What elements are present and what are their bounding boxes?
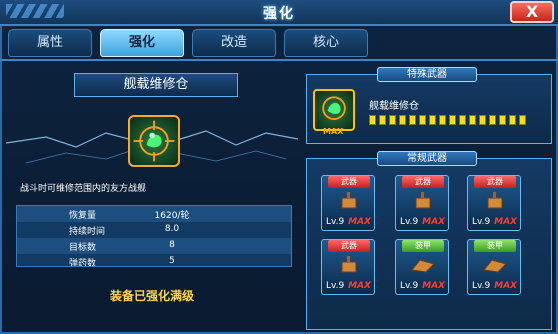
level-segment [389, 115, 396, 125]
equipment-card[interactable]: 武器 Lv.9 MAX [467, 175, 521, 231]
stat-row: 目标数 8 [17, 238, 291, 254]
page-title: 强化 [263, 6, 295, 22]
equipment-level: Lv.9 [326, 281, 345, 291]
stat-row: 弹药数 5 [17, 254, 291, 267]
tab-core[interactable]: 核心 [284, 29, 368, 57]
special-weapon-panel: 特殊武器 MAX 舰载维修仓 [306, 67, 552, 144]
max-level-tag: MAX [348, 281, 371, 291]
level-segment [479, 115, 486, 125]
level-segment [449, 115, 456, 125]
stat-label: 持续时间 [69, 227, 106, 237]
stat-label: 目标数 [69, 243, 97, 253]
repair-bay-icon [128, 115, 180, 167]
stat-value: 1620/轮 [154, 211, 190, 221]
equipment-type-badge: 装甲 [474, 240, 516, 252]
equipment-type-badge: 武器 [328, 240, 370, 252]
level-segment [429, 115, 436, 125]
stat-value: 8 [169, 240, 175, 250]
equipment-card[interactable]: 武器 Lv.9 MAX [321, 239, 375, 295]
equipment-level: Lv.9 [472, 281, 491, 291]
equipment-level: Lv.9 [472, 217, 491, 227]
regular-weapon-panel: 常规武器 武器 Lv.9 MAX 武器 Lv.9 MAX 武器 Lv.9 MAX 武器 Lv.9 MA… [306, 151, 552, 330]
level-segment [519, 115, 526, 125]
level-segment [469, 115, 476, 125]
item-name: 舰载维修仓 [74, 73, 238, 97]
level-segment [509, 115, 516, 125]
stat-label: 恢复量 [69, 211, 97, 221]
level-segment [459, 115, 466, 125]
turret-icon [341, 192, 357, 209]
stat-row: 持续时间 8.0 [17, 222, 291, 238]
turret-icon [487, 192, 503, 209]
item-description: 战斗时可维修范围内的友方战舰 [20, 184, 147, 194]
armor-plate-icon [411, 259, 435, 273]
stat-row: 恢复量 1620/轮 [17, 206, 291, 222]
tab-modify[interactable]: 改造 [192, 29, 276, 57]
stat-value: 5 [169, 256, 175, 266]
turret-icon [415, 192, 431, 209]
equipment-card[interactable]: 装甲 Lv.9 MAX [395, 239, 449, 295]
regular-weapon-header: 常规武器 [377, 151, 477, 166]
gun-icon [341, 256, 357, 273]
level-segment [489, 115, 496, 125]
equipment-type-badge: 武器 [328, 176, 370, 188]
special-weapon-header: 特殊武器 [377, 67, 477, 82]
equipment-level: Lv.9 [400, 217, 419, 227]
max-level-tag: MAX [494, 281, 517, 291]
stat-label: 弹药数 [69, 259, 97, 267]
level-segment [369, 115, 376, 125]
equipment-level: Lv.9 [326, 217, 345, 227]
divider [0, 59, 558, 61]
equipment-level: Lv.9 [400, 281, 419, 291]
level-segment [499, 115, 506, 125]
max-level-tag: MAX [348, 217, 371, 227]
close-button[interactable]: X [510, 1, 554, 23]
armor-plate-icon [483, 259, 507, 273]
level-segment [379, 115, 386, 125]
item-detail-panel: 舰载维修仓 战斗时可维修范围内的友方战舰 恢复量 1620/轮 持续时间 8.0… [6, 63, 298, 329]
level-segment [439, 115, 446, 125]
level-segment [419, 115, 426, 125]
special-weapon-name: 舰载维修仓 [369, 101, 419, 112]
equipment-card[interactable]: 武器 Lv.9 MAX [395, 175, 449, 231]
tab-enhance[interactable]: 强化 [100, 29, 184, 57]
max-badge: MAX [323, 127, 344, 136]
max-level-tag: MAX [422, 217, 445, 227]
equipment-card[interactable]: 装甲 Lv.9 MAX [467, 239, 521, 295]
equipment-card[interactable]: 武器 Lv.9 MAX [321, 175, 375, 231]
stat-value: 8.0 [164, 224, 180, 234]
max-level-tag: MAX [422, 281, 445, 291]
stats-table: 恢复量 1620/轮 持续时间 8.0 目标数 8 弹药数 5 [16, 205, 292, 267]
level-segment [409, 115, 416, 125]
equipment-type-badge: 装甲 [402, 240, 444, 252]
equipment-type-badge: 武器 [474, 176, 516, 188]
repair-bay-icon[interactable] [313, 89, 355, 131]
level-segment [399, 115, 406, 125]
level-progress-bar [369, 115, 533, 125]
max-level-tag: MAX [494, 217, 517, 227]
tab-attributes[interactable]: 属性 [8, 29, 92, 57]
max-level-status: 装备已强化满级 [109, 289, 194, 303]
top-bar: 强化 X [0, 0, 558, 26]
equipment-type-badge: 武器 [402, 176, 444, 188]
